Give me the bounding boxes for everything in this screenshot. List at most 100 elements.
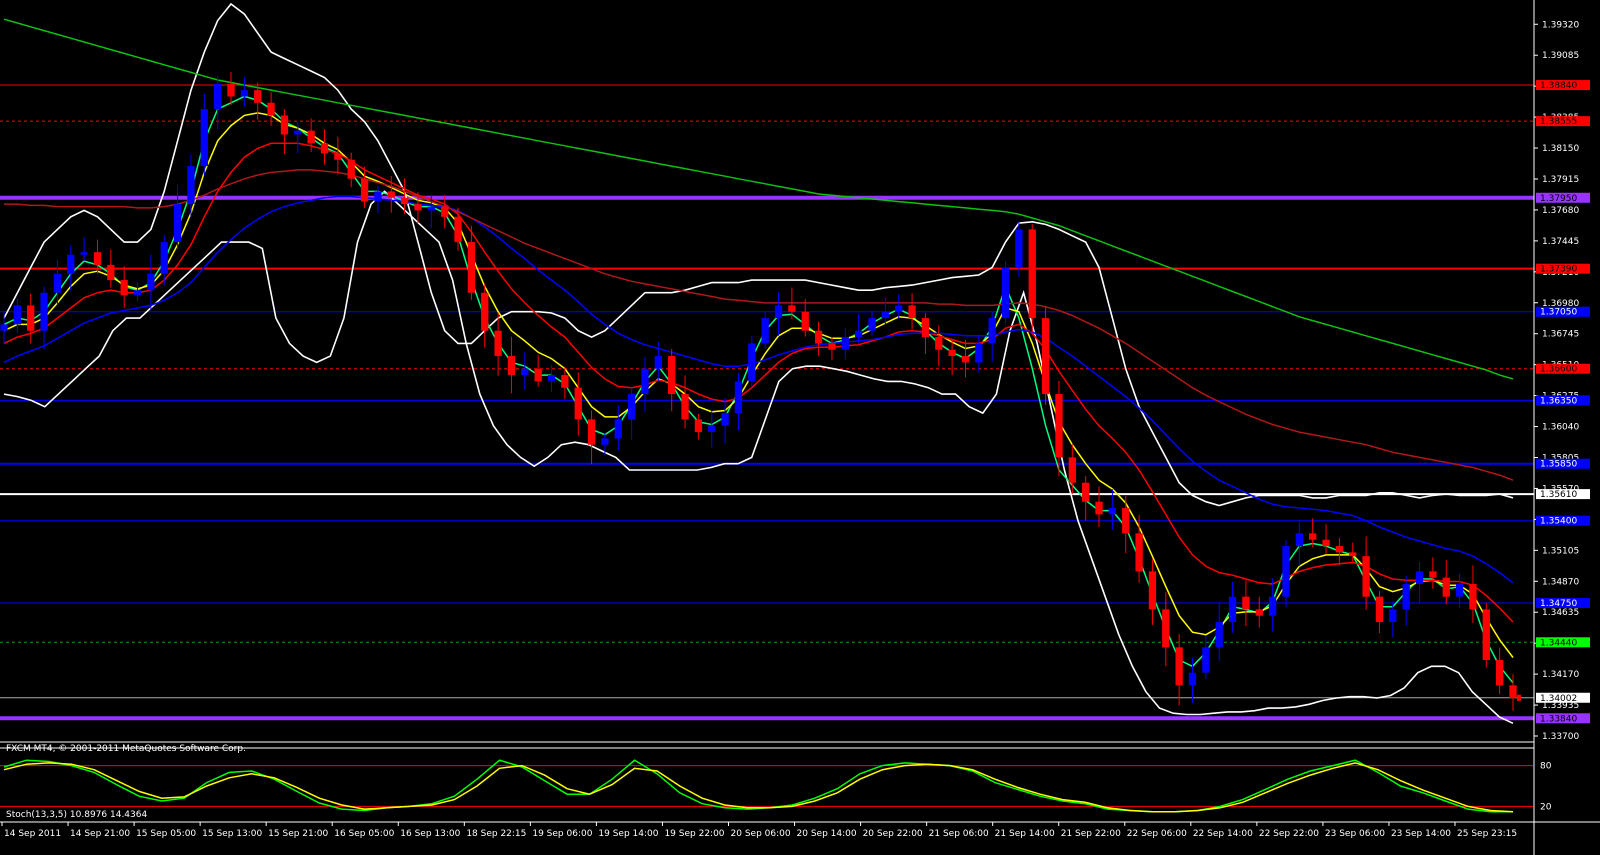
candle-body[interactable] (1389, 609, 1397, 623)
candle-body[interactable] (1001, 267, 1010, 319)
candle-body[interactable] (1242, 596, 1250, 610)
candle-body[interactable] (374, 191, 382, 202)
candle-body[interactable] (1429, 571, 1437, 578)
candle-body[interactable] (360, 178, 369, 202)
candle-body[interactable] (708, 425, 716, 433)
candle-body[interactable] (467, 242, 476, 293)
candle-body[interactable] (481, 292, 489, 331)
candle-body[interactable] (1415, 571, 1424, 585)
candle-body[interactable] (507, 356, 516, 376)
candle-body[interactable] (120, 280, 128, 296)
candle-body[interactable] (13, 305, 21, 325)
candle-body[interactable] (1309, 533, 1317, 540)
candle-body[interactable] (561, 375, 569, 388)
candle-body[interactable] (1108, 508, 1117, 515)
candle-body[interactable] (1188, 672, 1197, 686)
candle-body[interactable] (400, 197, 409, 205)
candle-body[interactable] (160, 242, 168, 274)
candle-body[interactable] (975, 343, 983, 363)
candle-body[interactable] (441, 206, 449, 217)
candle-body[interactable] (107, 264, 115, 281)
candle-body[interactable] (601, 438, 609, 445)
candle-body[interactable] (40, 292, 48, 331)
candle-body[interactable] (734, 381, 743, 414)
candle-body[interactable] (1268, 596, 1277, 616)
candle-body[interactable] (1509, 685, 1517, 699)
candle-body[interactable] (921, 318, 930, 338)
candle-body[interactable] (427, 206, 435, 211)
candle-body[interactable] (147, 273, 155, 291)
candle-body[interactable] (694, 419, 703, 433)
candle-body[interactable] (774, 305, 783, 319)
candle-body[interactable] (227, 83, 235, 97)
candle-body[interactable] (828, 343, 836, 350)
price-chart[interactable]: 1.393201.390851.386151.383851.381501.379… (0, 0, 1600, 855)
candle-body[interactable] (1135, 533, 1143, 572)
candle-body[interactable] (1402, 584, 1410, 610)
candle-body[interactable] (1162, 609, 1170, 648)
candle-body[interactable] (173, 204, 182, 243)
candle-body[interactable] (641, 368, 649, 395)
candle-body[interactable] (1255, 609, 1263, 616)
candle-body[interactable] (1455, 584, 1464, 597)
candle-body[interactable] (1482, 609, 1490, 661)
candle-body[interactable] (133, 290, 142, 296)
candle-body[interactable] (53, 273, 62, 293)
candle-body[interactable] (654, 356, 662, 369)
candle-body[interactable] (948, 349, 956, 357)
candle-body[interactable] (0, 324, 8, 331)
candle-body[interactable] (1028, 229, 1036, 319)
candle-body[interactable] (27, 305, 35, 331)
candle-body[interactable] (1228, 596, 1237, 623)
candle-body[interactable] (668, 356, 676, 395)
candle-body[interactable] (587, 419, 596, 445)
candle-body[interactable] (1175, 647, 1183, 686)
candle-body[interactable] (1335, 546, 1344, 553)
candle-body[interactable] (494, 330, 502, 357)
candle-body[interactable] (294, 130, 302, 135)
candle-body[interactable] (534, 368, 542, 382)
candle-body[interactable] (1349, 552, 1357, 557)
candle-body[interactable] (414, 204, 422, 211)
candle-body[interactable] (801, 311, 809, 331)
candle-body[interactable] (814, 330, 823, 344)
candle-body[interactable] (1095, 501, 1103, 515)
candle-body[interactable] (881, 311, 890, 319)
candle-body[interactable] (347, 159, 355, 179)
candle-body[interactable] (1469, 584, 1477, 610)
candle-body[interactable] (1362, 556, 1370, 597)
candle-body[interactable] (280, 115, 289, 135)
candle-body[interactable] (721, 413, 729, 426)
candle-body[interactable] (1041, 318, 1050, 395)
candle-body[interactable] (868, 318, 876, 331)
candle-body[interactable] (1122, 508, 1130, 534)
candle-body[interactable] (1295, 533, 1303, 547)
candle-body[interactable] (80, 252, 88, 255)
candle-body[interactable] (1442, 577, 1450, 597)
candle-body[interactable] (521, 368, 529, 376)
candle-body[interactable] (788, 305, 796, 312)
candle-body[interactable] (761, 318, 769, 344)
candle-body[interactable] (1282, 546, 1290, 597)
candle-body[interactable] (574, 387, 582, 420)
candle-body[interactable] (855, 330, 863, 338)
candle-body[interactable] (1068, 457, 1076, 483)
candle-body[interactable] (67, 254, 75, 274)
mt4-chart-window[interactable]: 1.393201.390851.386151.383851.381501.379… (0, 0, 1600, 855)
candle-body[interactable] (387, 191, 395, 198)
candle-body[interactable] (908, 305, 916, 319)
candle-body[interactable] (841, 337, 849, 350)
candle-body[interactable] (988, 318, 996, 344)
candle-body[interactable] (1202, 647, 1210, 673)
candle-body[interactable] (254, 90, 262, 103)
candle-body[interactable] (1015, 229, 1023, 268)
candle-body[interactable] (1322, 539, 1330, 547)
candle-body[interactable] (1496, 660, 1504, 686)
candle-body[interactable] (1215, 622, 1223, 648)
candle-body[interactable] (935, 337, 943, 350)
candle-body[interactable] (748, 343, 756, 382)
candle-body[interactable] (334, 153, 342, 160)
candle-body[interactable] (895, 305, 903, 312)
candle-body[interactable] (1055, 394, 1063, 458)
candle-body[interactable] (614, 419, 622, 439)
